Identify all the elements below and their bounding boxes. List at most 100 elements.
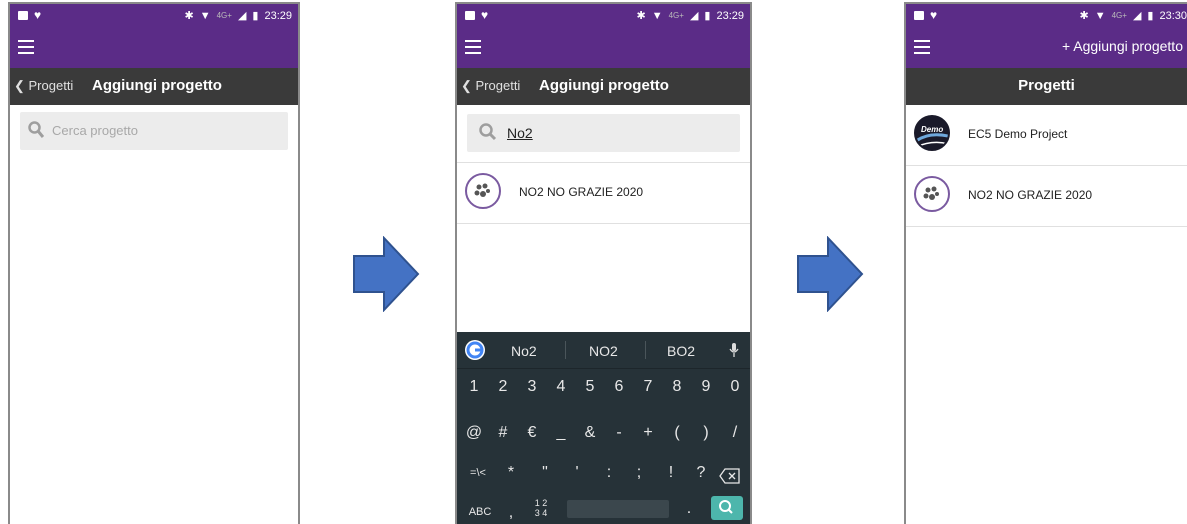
key[interactable]: ; — [627, 464, 651, 482]
suggestion[interactable]: BO2 — [667, 343, 695, 359]
arrow-right-icon — [797, 236, 864, 312]
status-bar: ♥ ✱ ▼ 4G+ ◢ ▮ 23:29 — [10, 4, 298, 28]
numpad-label-bottom: 3 4 — [534, 508, 548, 518]
key[interactable]: ) — [694, 424, 718, 442]
wifi-icon: ▼ — [199, 9, 211, 22]
app-bar — [457, 28, 750, 68]
key[interactable]: # — [491, 424, 515, 442]
list-item[interactable]: NO2 NO GRAZIE 2020 — [457, 162, 750, 224]
phone-screen-2: ♥ ✱ ▼ 4G+ ◢ ▮ 23:29 ❮ Progetti Aggiungi … — [455, 2, 752, 524]
wifi-icon: ▼ — [1094, 9, 1106, 22]
key[interactable]: 7 — [636, 378, 660, 396]
menu-icon[interactable] — [18, 40, 34, 54]
page-title: Aggiungi progetto — [92, 77, 222, 94]
key[interactable]: * — [499, 464, 523, 482]
suggestion[interactable]: No2 — [511, 343, 537, 359]
key[interactable]: 1 — [462, 378, 486, 396]
key-row-more-symbols: =\< * " ' : ; ! ? — [457, 464, 750, 500]
project-label: EC5 Demo Project — [968, 127, 1068, 141]
page-title: Progetti — [1018, 77, 1075, 94]
clock: 23:29 — [264, 9, 292, 22]
battery-icon: ▮ — [1147, 10, 1154, 22]
key[interactable]: @ — [462, 424, 486, 442]
app-bar — [10, 28, 298, 68]
key[interactable]: 9 — [694, 378, 718, 396]
key[interactable]: ( — [665, 424, 689, 442]
signal-icon: ◢ — [1132, 10, 1142, 22]
clock: 23:29 — [716, 9, 744, 22]
key[interactable]: 5 — [578, 378, 602, 396]
list-item[interactable]: Demo EC5 Demo Project — [906, 105, 1187, 166]
back-button[interactable]: ❮ Progetti — [461, 78, 520, 94]
key[interactable]: / — [723, 424, 747, 442]
key[interactable]: : — [597, 464, 621, 482]
abc-key[interactable]: ABC — [465, 506, 495, 518]
back-button[interactable]: ❮ Progetti — [14, 78, 73, 94]
key[interactable]: 8 — [665, 378, 689, 396]
key[interactable]: + — [636, 424, 660, 442]
key-row-bottom: ABC , 1 2 3 4 . — [457, 496, 750, 524]
image-notification-icon — [18, 10, 28, 20]
period-key[interactable]: . — [677, 500, 701, 518]
search-key[interactable] — [711, 496, 743, 520]
project-label: NO2 NO GRAZIE 2020 — [968, 188, 1093, 202]
project-avatar — [914, 176, 950, 212]
search-icon — [719, 500, 733, 514]
back-label: Progetti — [28, 78, 74, 93]
heart-icon: ♥ — [930, 8, 938, 22]
key[interactable]: 0 — [723, 378, 747, 396]
image-notification-icon — [465, 10, 475, 20]
backspace-icon[interactable] — [719, 468, 741, 484]
bluetooth-icon: ✱ — [184, 10, 194, 22]
key-more-symbols[interactable]: =\< — [463, 467, 493, 479]
search-placeholder: Cerca progetto — [52, 123, 138, 138]
menu-icon[interactable] — [914, 40, 930, 54]
project-avatar: Demo — [914, 115, 950, 151]
suggestion[interactable]: NO2 — [589, 343, 618, 359]
demo-logo-icon: Demo — [916, 117, 948, 149]
status-bar: ♥ ✱ ▼ 4G+ ◢ ▮ 23:29 — [457, 4, 750, 28]
numpad-key[interactable]: 1 2 3 4 — [527, 498, 555, 518]
phone-screen-1: ♥ ✱ ▼ 4G+ ◢ ▮ 23:29 ❮ Progetti Aggiungi … — [8, 2, 300, 524]
list-item[interactable]: NO2 NO GRAZIE 2020 — [906, 166, 1187, 227]
microphone-icon[interactable] — [729, 342, 739, 358]
key[interactable]: & — [578, 424, 602, 442]
network-label: 4G+ — [216, 11, 232, 20]
network-label: 4G+ — [668, 11, 684, 20]
nav-bar: ❮ Progetti Aggiungi progetto — [10, 68, 298, 105]
demo-logo-text: Demo — [921, 125, 943, 134]
add-project-button[interactable]: + Aggiungi progetto — [1062, 38, 1183, 54]
key[interactable]: ! — [659, 464, 683, 482]
status-bar: ♥ ✱ ▼ 4G+ ◢ ▮ 23:30 — [906, 4, 1187, 28]
arrow-right-icon — [353, 236, 420, 312]
key[interactable]: ' — [565, 464, 589, 482]
key[interactable]: 4 — [549, 378, 573, 396]
battery-icon: ▮ — [252, 10, 259, 22]
search-value: No2 — [507, 125, 533, 141]
comma-key[interactable]: , — [499, 504, 523, 522]
search-input[interactable]: No2 — [467, 114, 740, 152]
key[interactable]: _ — [549, 424, 573, 442]
clock: 23:30 — [1159, 9, 1187, 22]
image-notification-icon — [914, 10, 924, 20]
key-row-symbols: @ # € _ & - + ( ) / — [457, 424, 750, 460]
key[interactable]: - — [607, 424, 631, 442]
search-input[interactable]: Cerca progetto — [20, 112, 288, 150]
menu-icon[interactable] — [465, 40, 481, 54]
key[interactable]: " — [533, 464, 557, 482]
key[interactable]: 2 — [491, 378, 515, 396]
key[interactable]: € — [520, 424, 544, 442]
nav-bar: Progetti — [906, 68, 1187, 105]
key[interactable]: ? — [689, 464, 713, 482]
nav-bar: ❮ Progetti Aggiungi progetto — [457, 68, 750, 105]
search-icon — [479, 123, 497, 141]
space-bar[interactable] — [567, 500, 669, 518]
paw-icon — [923, 186, 939, 200]
battery-icon: ▮ — [704, 10, 711, 22]
signal-icon: ◢ — [689, 10, 699, 22]
google-icon[interactable] — [465, 340, 485, 360]
keyboard: No2 NO2 BO2 1 2 3 4 5 6 7 8 9 0 @ # € _ … — [457, 332, 750, 524]
key[interactable]: 6 — [607, 378, 631, 396]
wifi-icon: ▼ — [651, 9, 663, 22]
key[interactable]: 3 — [520, 378, 544, 396]
